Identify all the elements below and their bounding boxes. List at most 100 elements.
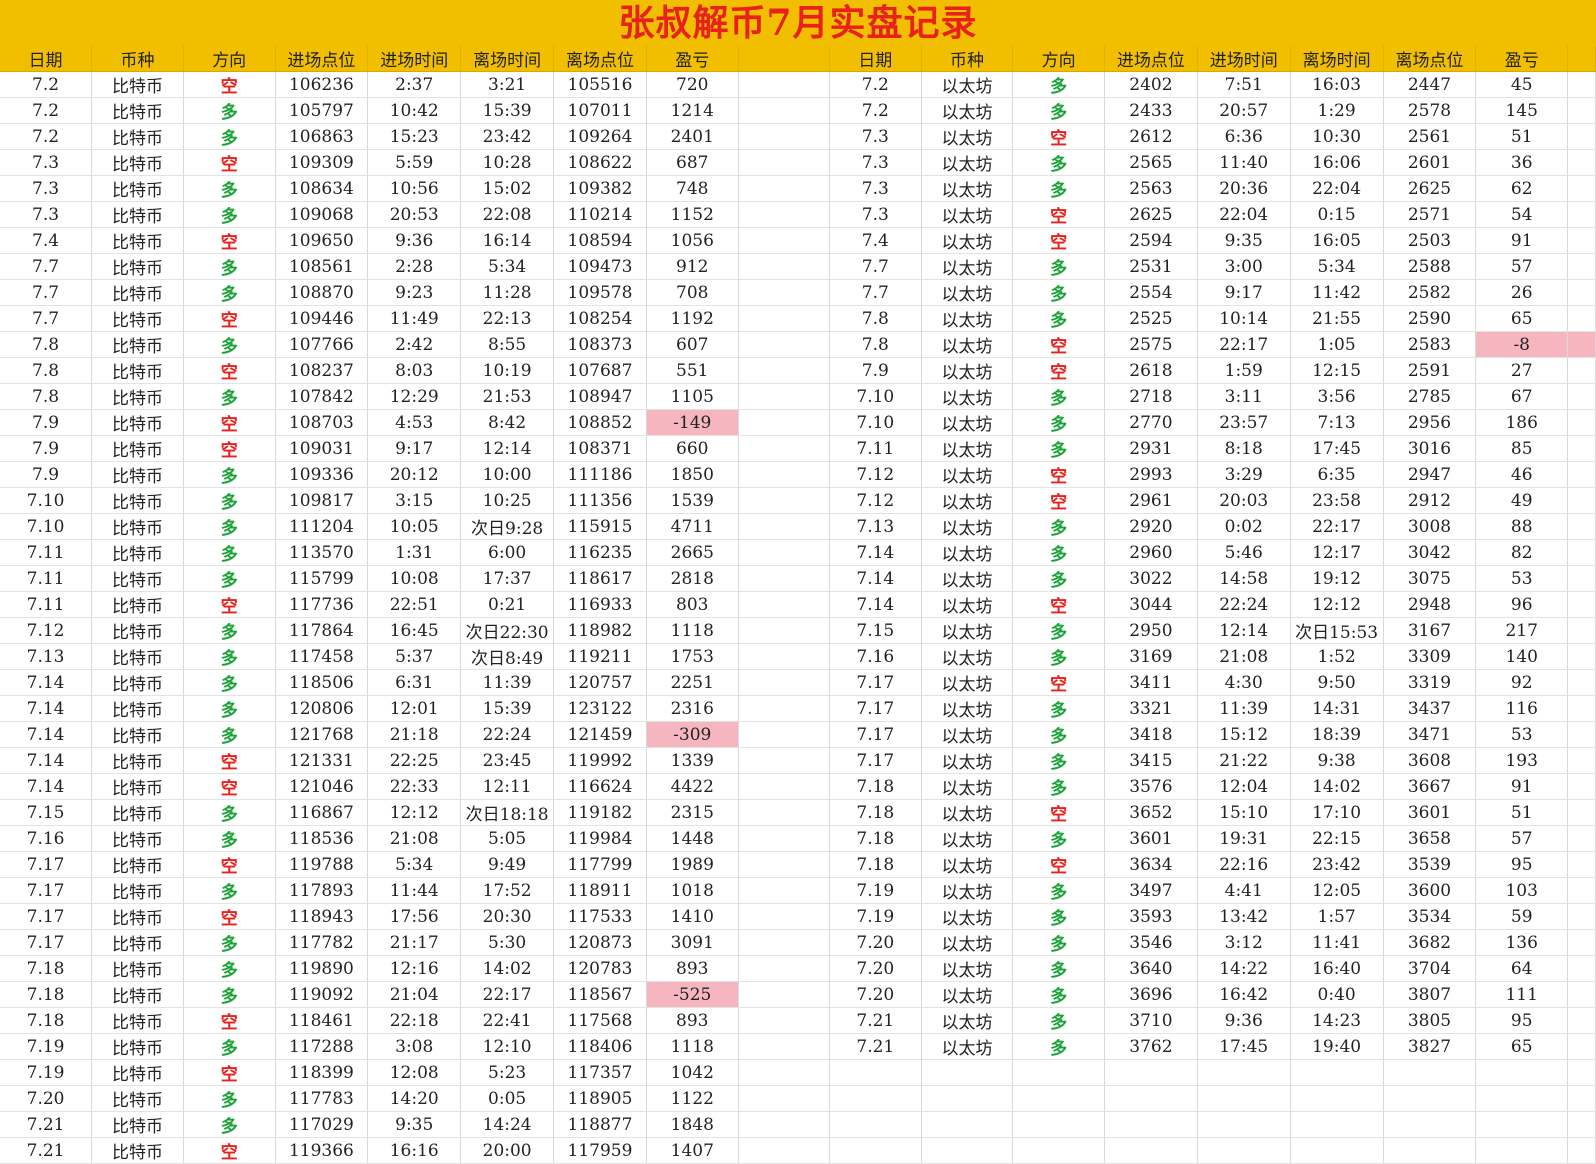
btc-entry-time-cell: 9:35: [367, 1111, 462, 1138]
eth-date-cell: 7.17: [829, 747, 922, 774]
eth-pnl-cell: 65: [1475, 305, 1569, 332]
btc-coin-cell: 比特币: [91, 71, 184, 98]
btc-pnl-cell: 1407: [646, 1137, 739, 1164]
empty-cell: [1197, 1111, 1291, 1138]
spacer-cell: [1567, 175, 1596, 202]
btc-exit-price-cell: 111356: [553, 487, 647, 514]
btc-direction-cell: 空: [183, 435, 276, 462]
empty-cell: [1012, 1111, 1105, 1138]
btc-date-cell: 7.19: [0, 1059, 93, 1086]
spacer-cell: [1567, 721, 1596, 748]
eth-direction-cell: 空: [1012, 331, 1105, 358]
btc-pnl-cell: 803: [646, 591, 739, 618]
btc-date-cell: 7.10: [0, 513, 93, 540]
eth-direction-cell: 多: [1012, 539, 1105, 566]
btc-exit-time-cell: 0:21: [460, 591, 555, 618]
btc-pnl-cell: 2315: [646, 799, 739, 826]
empty-cell: [1383, 1111, 1477, 1138]
btc-direction-cell: 空: [183, 357, 276, 384]
btc-exit-price-cell: 111186: [553, 461, 647, 488]
btc-pnl-cell: 2316: [646, 695, 739, 722]
eth-exit-price-cell: 2571: [1383, 201, 1477, 228]
eth-exit-price-cell: 3309: [1383, 643, 1477, 670]
spacer-cell: [738, 669, 830, 696]
btc-date-cell: 7.18: [0, 1007, 93, 1034]
eth-date-cell: 7.7: [829, 279, 922, 306]
eth-entry-time-cell: 3:11: [1197, 383, 1291, 410]
btc-entry-price-cell: 118399: [275, 1059, 369, 1086]
btc-exit-time-cell: 12:14: [460, 435, 555, 462]
btc-exit-time-cell: 15:39: [460, 97, 555, 124]
btc-exit-price-cell: 123122: [553, 695, 647, 722]
eth-pnl-cell: 85: [1475, 435, 1569, 462]
empty-cell: [1012, 1137, 1105, 1164]
btc-exit-price-cell: 105516: [553, 71, 647, 98]
empty-cell: [829, 1137, 922, 1164]
eth-coin-cell: 以太坊: [921, 747, 1014, 774]
btc-date-cell: 7.14: [0, 747, 93, 774]
btc-direction-cell: 多: [183, 721, 276, 748]
eth-exit-time-cell: 17:10: [1290, 799, 1384, 826]
btc-exit-time-cell: 12:11: [460, 773, 555, 800]
eth-header-cell: 方向: [1012, 46, 1105, 72]
btc-exit-price-cell: 119182: [553, 799, 647, 826]
spacer-cell: [1567, 539, 1596, 566]
eth-exit-price-cell: 3827: [1383, 1033, 1477, 1060]
table-row: 7.19 比特币多 117288 3:08 12:10 118406 1118 7.21 以太坊…: [0, 1033, 1596, 1060]
btc-entry-price-cell: 117782: [275, 929, 369, 956]
btc-entry-time-cell: 12:16: [367, 955, 462, 982]
table-row: 7.7 比特币空 109446 11:49 22:13 108254 1192 7.8 以太坊多…: [0, 305, 1596, 332]
btc-direction-cell: 多: [183, 981, 276, 1008]
btc-header-cell: 离场时间: [460, 46, 555, 72]
btc-exit-price-cell: 117357: [553, 1059, 647, 1086]
eth-direction-cell: 空: [1012, 669, 1105, 696]
empty-cell: [829, 1111, 922, 1138]
eth-exit-time-cell: 0:40: [1290, 981, 1384, 1008]
btc-exit-price-cell: 117959: [553, 1137, 647, 1164]
eth-entry-price-cell: 2950: [1104, 617, 1198, 644]
eth-coin-cell: 以太坊: [921, 565, 1014, 592]
btc-exit-price-cell: 118406: [553, 1033, 647, 1060]
spacer-cell: [1567, 617, 1596, 644]
btc-exit-price-cell: 117533: [553, 903, 647, 930]
eth-coin-cell: 以太坊: [921, 695, 1014, 722]
btc-direction-cell: 空: [183, 747, 276, 774]
btc-entry-time-cell: 8:03: [367, 357, 462, 384]
eth-pnl-cell: 145: [1475, 97, 1569, 124]
eth-exit-time-cell: 18:39: [1290, 721, 1384, 748]
btc-date-cell: 7.11: [0, 565, 93, 592]
eth-coin-cell: 以太坊: [921, 175, 1014, 202]
eth-entry-price-cell: 3640: [1104, 955, 1198, 982]
table-row: 7.2 比特币多 105797 10:42 15:39 107011 1214 7.2 以太坊多…: [0, 97, 1596, 124]
eth-date-cell: 7.13: [829, 513, 922, 540]
table-row: 7.7 比特币多 108561 2:28 5:34 109473 912 7.7 以太坊多 253…: [0, 253, 1596, 280]
eth-exit-time-cell: 9:50: [1290, 669, 1384, 696]
btc-entry-time-cell: 21:17: [367, 929, 462, 956]
btc-entry-price-cell: 118536: [275, 825, 369, 852]
spacer-cell: [738, 435, 830, 462]
btc-pnl-cell: 893: [646, 1007, 739, 1034]
eth-entry-time-cell: 14:58: [1197, 565, 1291, 592]
btc-date-cell: 7.8: [0, 331, 93, 358]
table-row: 7.12 比特币多 117864 16:45 次日22:30 118982 1118 7.15…: [0, 617, 1596, 644]
eth-direction-cell: 空: [1012, 123, 1105, 150]
btc-date-cell: 7.8: [0, 357, 93, 384]
spacer-cell: [738, 643, 830, 670]
btc-coin-cell: 比特币: [91, 1059, 184, 1086]
spacer-cell: [738, 253, 830, 280]
eth-direction-cell: 多: [1012, 721, 1105, 748]
eth-entry-price-cell: 2402: [1104, 71, 1198, 98]
eth-exit-time-cell: 21:55: [1290, 305, 1384, 332]
btc-entry-price-cell: 108870: [275, 279, 369, 306]
btc-entry-time-cell: 15:23: [367, 123, 462, 150]
btc-direction-cell: 多: [183, 331, 276, 358]
spacer-cell: [738, 1085, 830, 1112]
eth-entry-time-cell: 12:04: [1197, 773, 1291, 800]
btc-coin-cell: 比特币: [91, 721, 184, 748]
eth-date-cell: 7.12: [829, 487, 922, 514]
btc-date-cell: 7.14: [0, 669, 93, 696]
table-row: 7.9 比特币多 109336 20:12 10:00 111186 1850 7.12 以太坊…: [0, 461, 1596, 488]
eth-coin-cell: 以太坊: [921, 279, 1014, 306]
table-row: 7.9 比特币空 108703 4:53 8:42 108852 -149 7.10 以太坊多 2…: [0, 409, 1596, 436]
btc-exit-time-cell: 22:13: [460, 305, 555, 332]
